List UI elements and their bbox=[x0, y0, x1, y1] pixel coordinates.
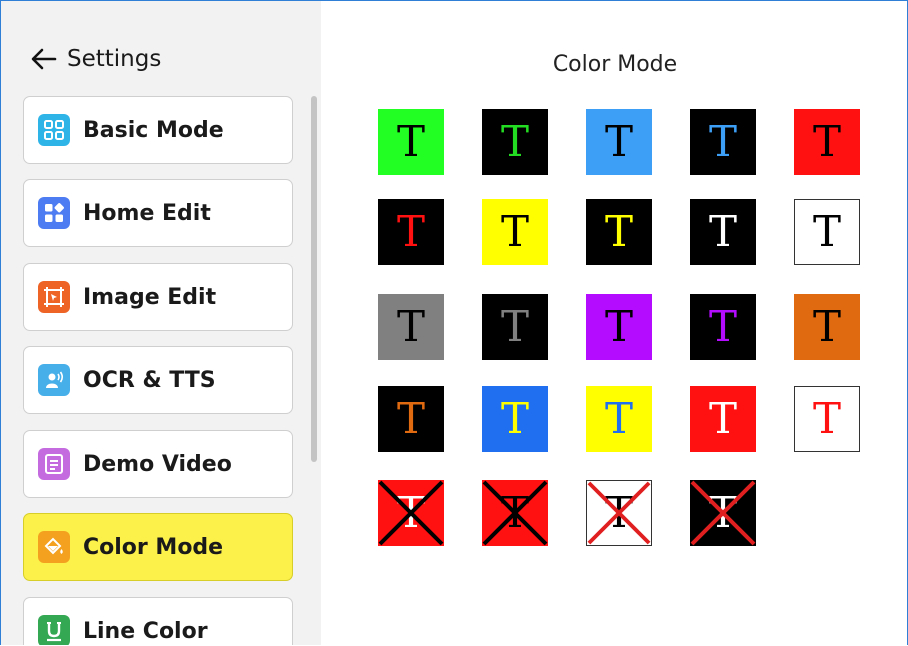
tile-letter: T bbox=[500, 207, 529, 256]
tile-letter: T bbox=[812, 302, 841, 351]
color-tile[interactable]: T bbox=[482, 294, 548, 360]
home-edit-icon bbox=[38, 197, 70, 229]
tile-letter: T bbox=[812, 117, 841, 166]
line-color-icon bbox=[38, 615, 70, 645]
color-tile[interactable]: T bbox=[690, 386, 756, 452]
sidebar-item-label: Basic Mode bbox=[83, 117, 224, 143]
color-tile[interactable]: T bbox=[586, 199, 652, 265]
disabled-cross-icon bbox=[690, 480, 756, 546]
color-mode-icon bbox=[38, 531, 70, 563]
tile-letter: T bbox=[500, 394, 529, 443]
basic-mode-icon bbox=[38, 114, 70, 146]
disabled-cross-icon bbox=[587, 481, 651, 545]
color-tile[interactable]: T bbox=[690, 294, 756, 360]
sidebar-item-ocr-tts[interactable]: OCR & TTS bbox=[23, 346, 293, 414]
demo-video-icon bbox=[38, 448, 70, 480]
tile-letter: T bbox=[708, 302, 737, 351]
tile-letter: T bbox=[708, 394, 737, 443]
color-tile[interactable]: T bbox=[794, 294, 860, 360]
color-tile[interactable]: T bbox=[378, 199, 444, 265]
sidebar-item-label: Line Color bbox=[83, 618, 208, 644]
app-frame: Settings Basic Mode Home Edit Image Edit bbox=[0, 0, 908, 645]
tile-letter: T bbox=[812, 394, 841, 443]
color-tile[interactable]: T bbox=[378, 386, 444, 452]
sidebar-item-image-edit[interactable]: Image Edit bbox=[23, 263, 293, 331]
color-tile[interactable]: T bbox=[482, 109, 548, 175]
tile-letter: T bbox=[396, 207, 425, 256]
tile-letter: T bbox=[604, 207, 633, 256]
settings-title: Settings bbox=[67, 46, 162, 72]
color-tile[interactable]: T bbox=[378, 480, 444, 546]
color-tile[interactable]: T bbox=[690, 109, 756, 175]
sidebar-item-label: Image Edit bbox=[83, 284, 217, 310]
color-tile[interactable]: T bbox=[586, 386, 652, 452]
color-tile[interactable]: T bbox=[482, 386, 548, 452]
sidebar-item-label: Color Mode bbox=[83, 534, 224, 560]
color-tile[interactable]: T bbox=[690, 199, 756, 265]
tile-letter: T bbox=[708, 207, 737, 256]
sidebar-header: Settings bbox=[29, 39, 161, 79]
color-tile[interactable]: T bbox=[482, 480, 548, 546]
color-tile[interactable]: T bbox=[378, 294, 444, 360]
sidebar-scrollbar[interactable] bbox=[311, 96, 317, 462]
tile-letter: T bbox=[500, 302, 529, 351]
sidebar-item-color-mode[interactable]: Color Mode bbox=[23, 513, 293, 581]
back-arrow-icon[interactable] bbox=[29, 44, 59, 74]
sidebar-item-basic-mode[interactable]: Basic Mode bbox=[23, 96, 293, 164]
color-tile[interactable]: T bbox=[586, 294, 652, 360]
color-tile[interactable]: T bbox=[378, 109, 444, 175]
color-tile[interactable]: T bbox=[794, 386, 860, 452]
tile-letter: T bbox=[500, 117, 529, 166]
image-edit-icon bbox=[38, 281, 70, 313]
disabled-cross-icon bbox=[378, 480, 444, 546]
ocr-tts-icon bbox=[38, 364, 70, 396]
color-tile[interactable]: T bbox=[794, 109, 860, 175]
page-title: Color Mode bbox=[552, 52, 678, 77]
sidebar-item-demo-video[interactable]: Demo Video bbox=[23, 430, 293, 498]
tile-letter: T bbox=[604, 117, 633, 166]
sidebar-item-label: OCR & TTS bbox=[83, 367, 216, 393]
tile-letter: T bbox=[396, 394, 425, 443]
sidebar-item-line-color[interactable]: Line Color bbox=[23, 597, 293, 645]
color-tile[interactable]: T bbox=[586, 480, 652, 546]
tile-letter: T bbox=[396, 302, 425, 351]
tile-letter: T bbox=[604, 302, 633, 351]
color-tile[interactable]: T bbox=[794, 199, 860, 265]
color-tile[interactable]: T bbox=[586, 109, 652, 175]
sidebar-item-label: Home Edit bbox=[83, 200, 211, 226]
disabled-cross-icon bbox=[482, 480, 548, 546]
tile-letter: T bbox=[812, 207, 841, 256]
tile-letter: T bbox=[604, 394, 633, 443]
color-tile[interactable]: T bbox=[690, 480, 756, 546]
tile-letter: T bbox=[396, 117, 425, 166]
sidebar: Settings Basic Mode Home Edit Image Edit bbox=[1, 1, 321, 645]
sidebar-item-home-edit[interactable]: Home Edit bbox=[23, 179, 293, 247]
tile-letter: T bbox=[708, 117, 737, 166]
sidebar-item-label: Demo Video bbox=[83, 451, 232, 477]
color-tile[interactable]: T bbox=[482, 199, 548, 265]
